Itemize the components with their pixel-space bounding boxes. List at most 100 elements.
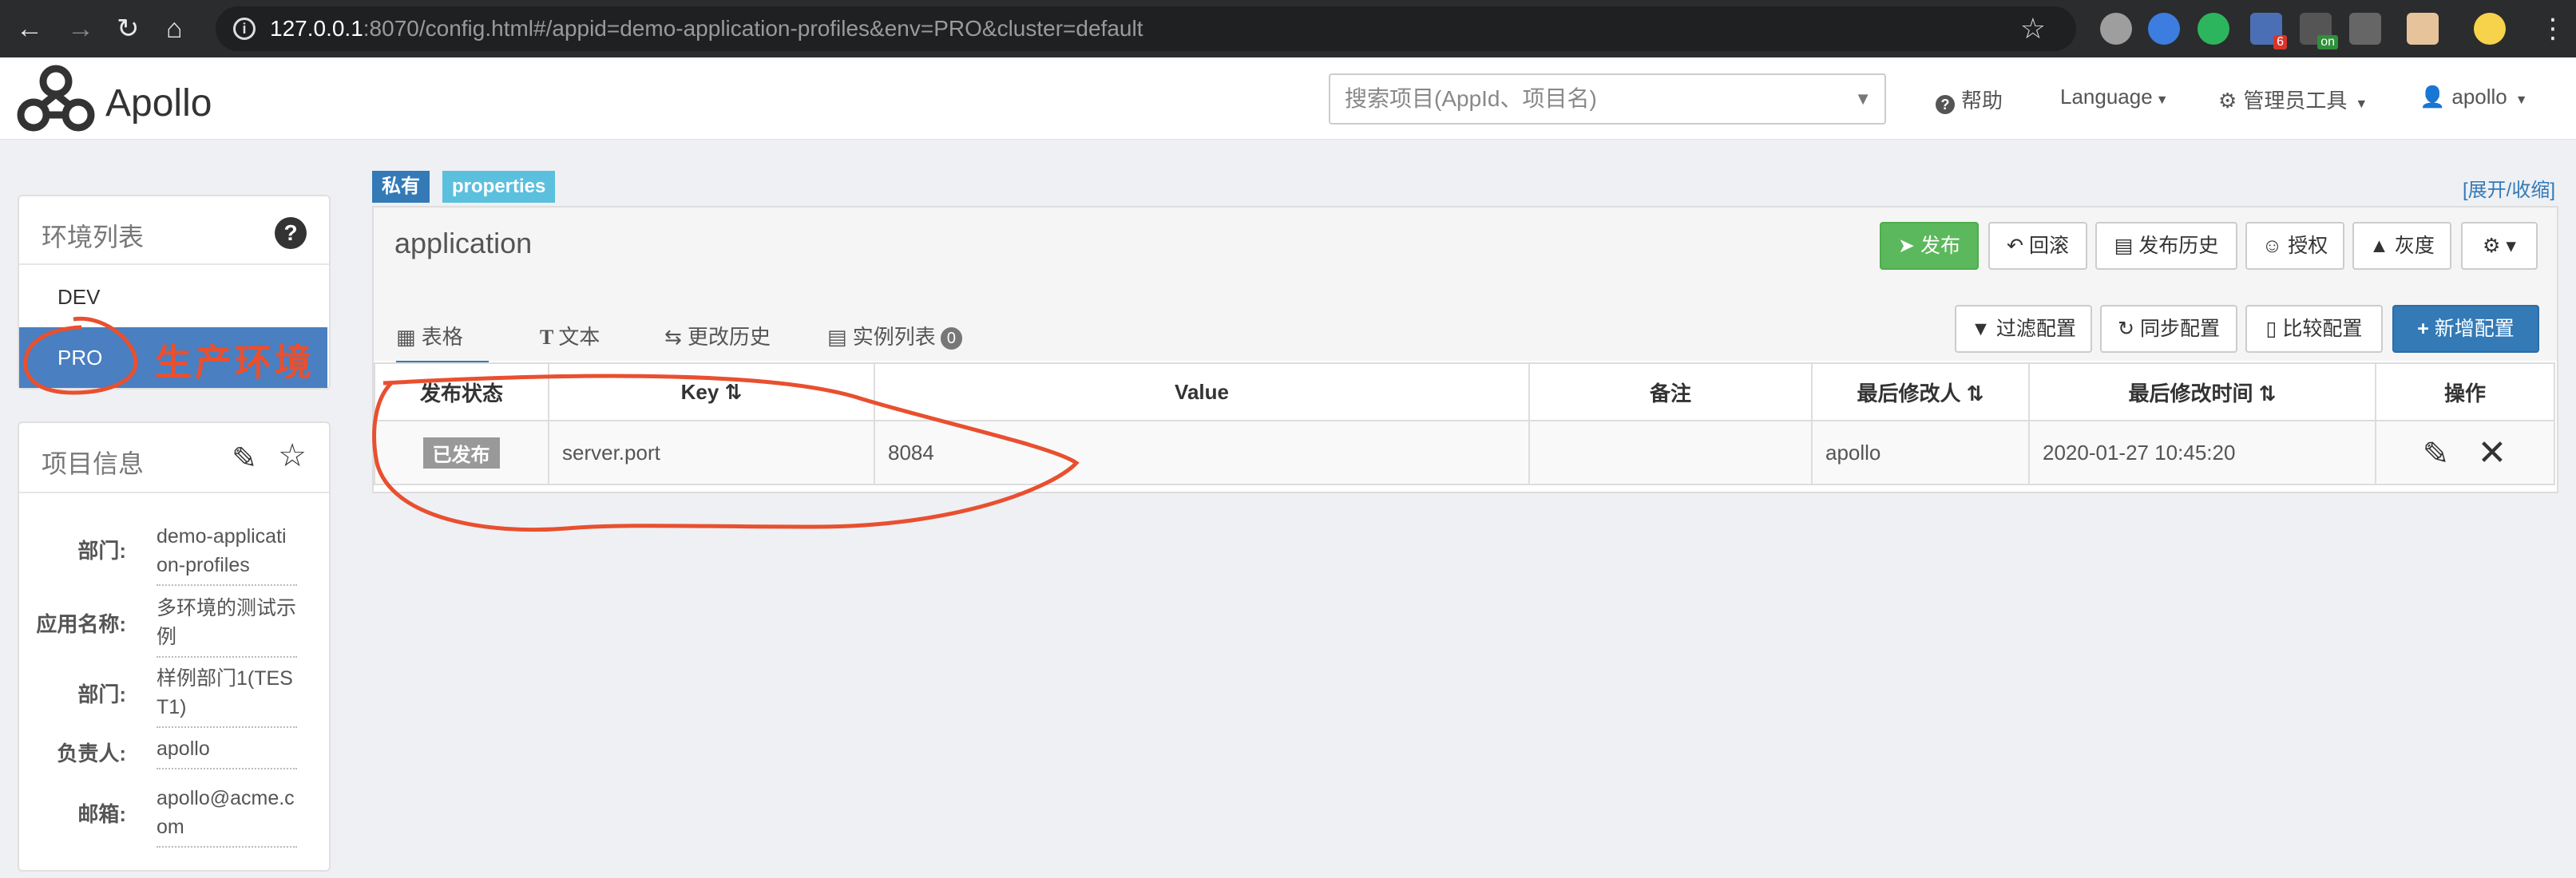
- tab-table[interactable]: ▦ 表格: [396, 321, 489, 365]
- extension-shield-icon[interactable]: [2148, 13, 2180, 45]
- extension-eyedropper-icon[interactable]: [2349, 13, 2381, 45]
- question-circle-icon[interactable]: ?: [275, 217, 307, 249]
- extension-list-icon[interactable]: on: [2300, 13, 2338, 49]
- back-icon[interactable]: ←: [16, 11, 43, 46]
- column-header-modifier[interactable]: 最后修改人 ⇅: [1811, 362, 2030, 421]
- tab-label: 实例列表: [852, 325, 936, 349]
- search-select[interactable]: 搜索项目(AppId、项目名) ▼: [1329, 73, 1886, 125]
- language-dropdown[interactable]: Language ▼: [2060, 85, 2169, 109]
- tab-label: 表格: [421, 325, 463, 349]
- sort-icon[interactable]: ⇅: [1967, 382, 1984, 405]
- tab-instance-list[interactable]: ▤ 实例列表 0: [827, 321, 962, 361]
- caret-down-icon: ▼: [2355, 97, 2368, 111]
- apollo-logo-icon: [17, 65, 95, 132]
- gear-icon: ⚙ ▾: [2483, 235, 2516, 257]
- caret-down-icon: ▼: [2155, 93, 2169, 107]
- tab-text[interactable]: T 文本: [540, 321, 600, 361]
- info-key: 邮箱:: [77, 802, 126, 826]
- column-header-actions: 操作: [2375, 362, 2555, 421]
- text-icon: T: [540, 326, 559, 349]
- cell-modified-time: 2020-01-27 10:45:20: [2028, 420, 2376, 485]
- app-header: Apollo 搜索项目(AppId、项目名) ▼ ? 帮助 Language ▼ ⚙…: [0, 57, 2576, 140]
- release-history-button[interactable]: ▤ 发布历史: [2095, 222, 2237, 270]
- compare-config-button[interactable]: ▯ 比较配置: [2245, 305, 2383, 353]
- admin-tools-dropdown[interactable]: ⚙ 管理员工具 ▼: [2218, 85, 2368, 114]
- close-icon[interactable]: ✕: [2477, 433, 2507, 473]
- cell-actions: ✎ ✕: [2375, 420, 2555, 485]
- annotation-outline: [372, 374, 1080, 532]
- user-dropdown[interactable]: 👤 apollo ▼: [2419, 85, 2528, 109]
- rollback-label: 回滚: [2028, 235, 2069, 257]
- info-value: 多环境的测试示例: [157, 594, 297, 658]
- reload-icon[interactable]: ↻: [117, 11, 140, 46]
- forward-icon[interactable]: →: [67, 11, 94, 46]
- gray-release-label: 灰度: [2394, 235, 2435, 257]
- tab-label: 更改历史: [688, 325, 771, 349]
- extension-icon[interactable]: [2100, 13, 2132, 45]
- info-value: demo-application-profiles: [157, 522, 297, 586]
- brand-name[interactable]: Apollo: [105, 81, 212, 125]
- divider: [19, 492, 329, 493]
- column-header-comment: 备注: [1528, 362, 1813, 421]
- flask-icon: ▲: [2369, 235, 2395, 257]
- project-info-title: 项目信息: [42, 449, 145, 478]
- cell-comment: [1528, 420, 1813, 485]
- user-label: apollo: [2451, 85, 2507, 109]
- profile-avatar[interactable]: [2474, 13, 2506, 45]
- file-icon: ▯: [2265, 318, 2283, 340]
- extension-check-icon[interactable]: [2198, 13, 2229, 45]
- home-icon[interactable]: ⌂: [166, 11, 183, 46]
- star-icon[interactable]: ☆: [278, 437, 307, 474]
- expand-collapse-link[interactable]: [展开/收缩]: [2463, 174, 2555, 202]
- info-key: 应用名称:: [36, 612, 126, 636]
- settings-dropdown-button[interactable]: ⚙ ▾: [2461, 222, 2538, 270]
- list-icon: ▤: [827, 325, 853, 349]
- chevron-down-icon: ▼: [1854, 89, 1872, 109]
- caret-down-icon: ▼: [2515, 93, 2528, 107]
- release-history-label: 发布历史: [2138, 235, 2219, 257]
- undo-icon: ↶: [2007, 235, 2029, 257]
- address-bar[interactable]: i 127.0.0.1:8070/config.html#/appid=demo…: [216, 6, 2076, 51]
- annotation-circle: [23, 316, 138, 395]
- compare-config-label: 比较配置: [2282, 318, 2363, 340]
- sort-icon[interactable]: ⇅: [2259, 382, 2277, 405]
- add-config-label: 新增配置: [2434, 318, 2515, 340]
- annotation-label: 生产环境: [155, 342, 315, 383]
- publish-label: 发布: [1920, 235, 1960, 257]
- search-placeholder: 搜索项目(AppId、项目名): [1345, 86, 1597, 111]
- edit-icon[interactable]: ✎: [2423, 437, 2450, 472]
- tab-change-history[interactable]: ⇆ 更改历史: [664, 321, 771, 361]
- env-label: DEV: [57, 285, 101, 309]
- namespace-header: application ➤ 发布 ↶ 回滚 ▤ 发布历史 ☺ 授权 ▲ 灰度 ⚙…: [374, 208, 2557, 365]
- filter-config-label: 过滤配置: [1995, 318, 2076, 340]
- edit-icon[interactable]: ✎: [232, 441, 257, 477]
- sync-config-button[interactable]: ↻ 同步配置: [2100, 305, 2237, 353]
- help-label: 帮助: [1961, 89, 2003, 113]
- authorize-label: 授权: [2288, 235, 2328, 257]
- menu-kebab-icon[interactable]: ⋮: [2539, 11, 2566, 46]
- info-value: apollo: [157, 734, 297, 769]
- column-header-modified-time[interactable]: 最后修改时间 ⇅: [2028, 362, 2376, 421]
- help-link[interactable]: ? 帮助: [1936, 85, 2003, 114]
- refresh-icon: ↻: [2118, 318, 2140, 340]
- language-label: Language: [2060, 85, 2153, 109]
- plus-icon: +: [2417, 318, 2435, 340]
- instance-count-badge: 0: [940, 327, 962, 350]
- authorize-button[interactable]: ☺ 授权: [2245, 222, 2344, 270]
- user-icon: ☺: [2261, 235, 2289, 257]
- gray-release-button[interactable]: ▲ 灰度: [2352, 222, 2451, 270]
- filter-config-button[interactable]: ▼ 过滤配置: [1955, 305, 2092, 353]
- exchange-icon: ⇆: [664, 325, 688, 349]
- sync-config-label: 同步配置: [2139, 318, 2220, 340]
- publish-button[interactable]: ➤ 发布: [1880, 222, 1979, 270]
- rollback-button[interactable]: ↶ 回滚: [1988, 222, 2087, 270]
- extension-grid-icon[interactable]: 6: [2250, 13, 2287, 49]
- calendar-icon: ▤: [2114, 235, 2139, 257]
- url-host: 127.0.0.1: [270, 16, 363, 41]
- add-config-button[interactable]: + 新增配置: [2392, 305, 2539, 353]
- site-info-icon[interactable]: i: [233, 18, 256, 40]
- user-icon: 👤: [2419, 85, 2446, 109]
- bookmark-star-icon[interactable]: ☆: [2020, 6, 2046, 51]
- extension-avatar-icon[interactable]: [2407, 13, 2439, 45]
- info-value: 样例部门1(TEST1): [157, 664, 297, 728]
